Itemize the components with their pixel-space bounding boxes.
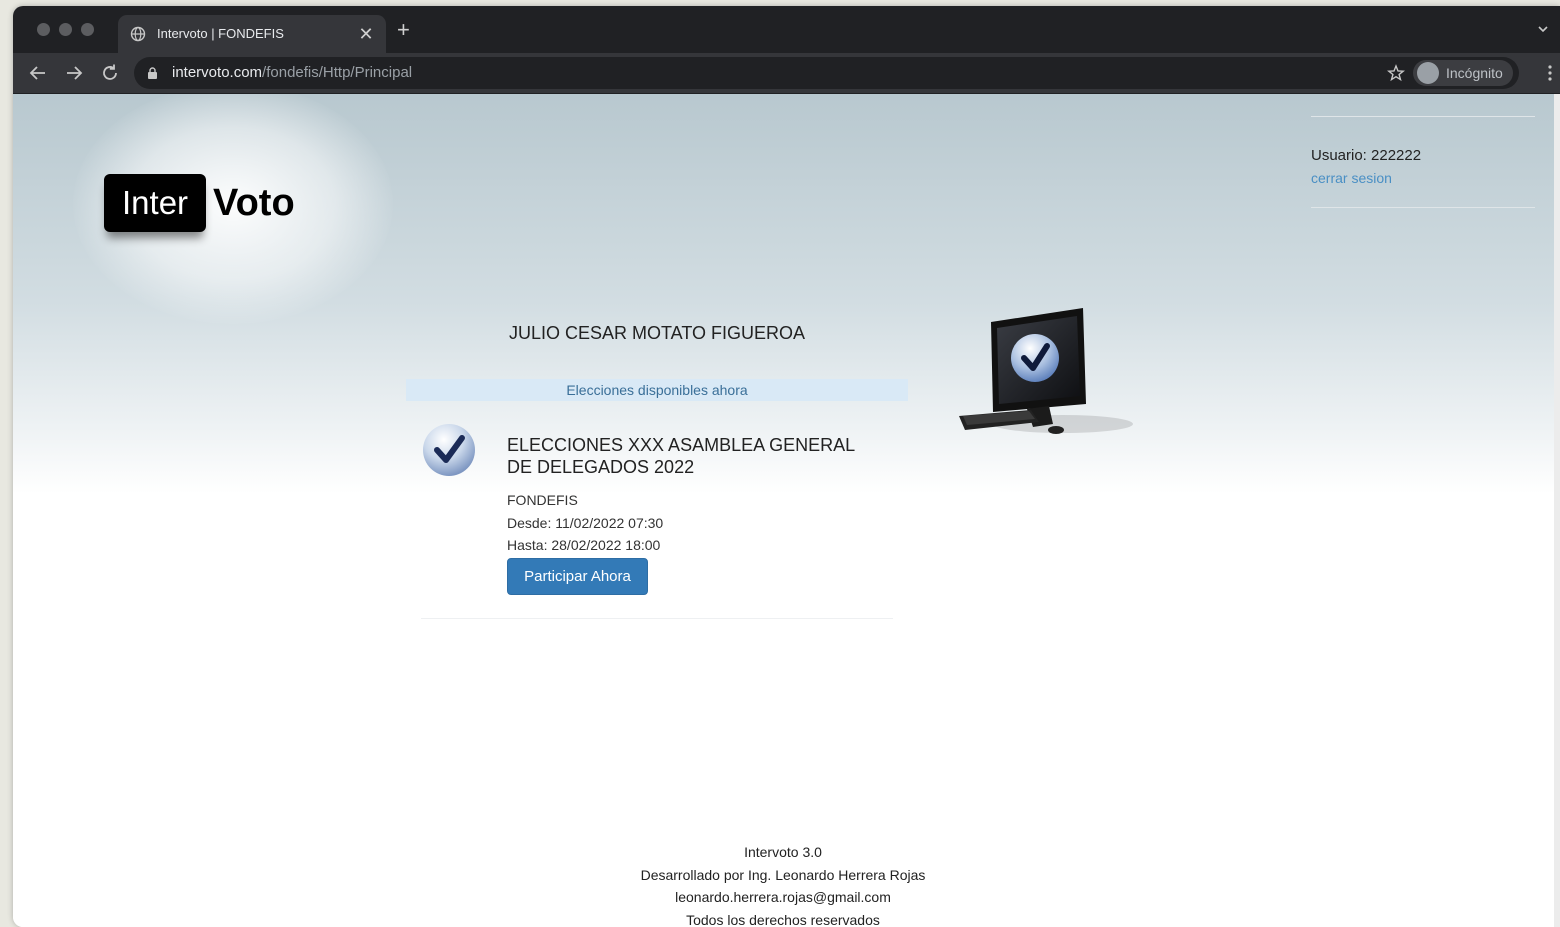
election-start: Desde: 11/02/2022 07:30 [507, 515, 664, 531]
incognito-icon [1417, 62, 1439, 84]
tab-title: Intervoto | FONDEFIS [157, 26, 284, 41]
voter-name: JULIO CESAR MOTATO FIGUEROA [508, 323, 806, 343]
incognito-label: Incógnito [1446, 65, 1503, 81]
footer-rights: Todos los derechos reservados [686, 911, 880, 927]
url-host: intervoto.com [172, 64, 263, 81]
reload-icon[interactable] [99, 62, 121, 84]
back-icon[interactable] [27, 62, 49, 84]
footer-email: leonardo.herrera.rojas@gmail.com [675, 889, 891, 905]
check-icon [423, 424, 475, 476]
computer-icon [959, 308, 1133, 434]
close-window-button[interactable] [37, 23, 50, 36]
user-panel: Usuario: 222222 cerrar sesion [1311, 116, 1535, 208]
logo-voto: Voto [213, 181, 295, 224]
close-icon[interactable]: ✕ [354, 22, 378, 46]
url-path: /fondefis/Http/Principal [262, 64, 413, 81]
url-text: intervoto.com/fondefis/Http/Principal [172, 64, 412, 81]
plus-icon[interactable]: + [397, 17, 410, 43]
election-organization: FONDEFIS [507, 492, 578, 508]
chevron-down-icon[interactable] [1536, 22, 1550, 36]
forward-icon[interactable] [63, 62, 85, 84]
zoom-window-button[interactable] [81, 23, 94, 36]
globe-icon [130, 26, 146, 42]
minimize-window-button[interactable] [59, 23, 72, 36]
star-icon[interactable] [1387, 64, 1405, 82]
participate-button[interactable]: Participar Ahora [507, 558, 648, 595]
footer-developer: Desarrollado por Ing. Leonardo Herrera R… [640, 866, 926, 883]
available-elections-header: Elecciones disponibles ahora [406, 379, 908, 401]
lock-icon [148, 67, 157, 79]
election-end: Hasta: 28/02/2022 18:00 [507, 537, 661, 553]
logo-inter: Inter [104, 174, 207, 232]
address-bar[interactable]: intervoto.com/fondefis/Http/Principal In… [134, 57, 1519, 89]
logout-link[interactable]: cerrar sesion [1311, 170, 1392, 186]
scrollbar[interactable] [1554, 94, 1560, 927]
page-content: Inter Voto Usuario: 222222 cerrar sesion… [13, 94, 1560, 927]
browser-tab[interactable]: Intervoto | FONDEFIS ✕ [118, 15, 386, 53]
intervoto-logo: Inter Voto [104, 174, 295, 232]
kebab-menu-icon[interactable] [1548, 64, 1552, 82]
window-controls [37, 23, 94, 36]
election-card: ELECCIONES XXX ASAMBLEA GENERAL DE DELEG… [421, 422, 893, 619]
browser-window: Intervoto | FONDEFIS ✕ + intervoto.com/f… [13, 6, 1560, 927]
user-label: Usuario: 222222 [1311, 147, 1422, 164]
page-footer: Intervoto 3.0 Desarrollado por Ing. Leon… [483, 841, 1083, 927]
footer-version: Intervoto 3.0 [744, 844, 822, 860]
tab-bar: Intervoto | FONDEFIS ✕ + [13, 6, 1560, 53]
election-title: ELECCIONES XXX ASAMBLEA GENERAL DE DELEG… [507, 435, 855, 477]
browser-toolbar: intervoto.com/fondefis/Http/Principal In… [13, 53, 1560, 94]
incognito-badge[interactable]: Incógnito [1413, 60, 1513, 86]
